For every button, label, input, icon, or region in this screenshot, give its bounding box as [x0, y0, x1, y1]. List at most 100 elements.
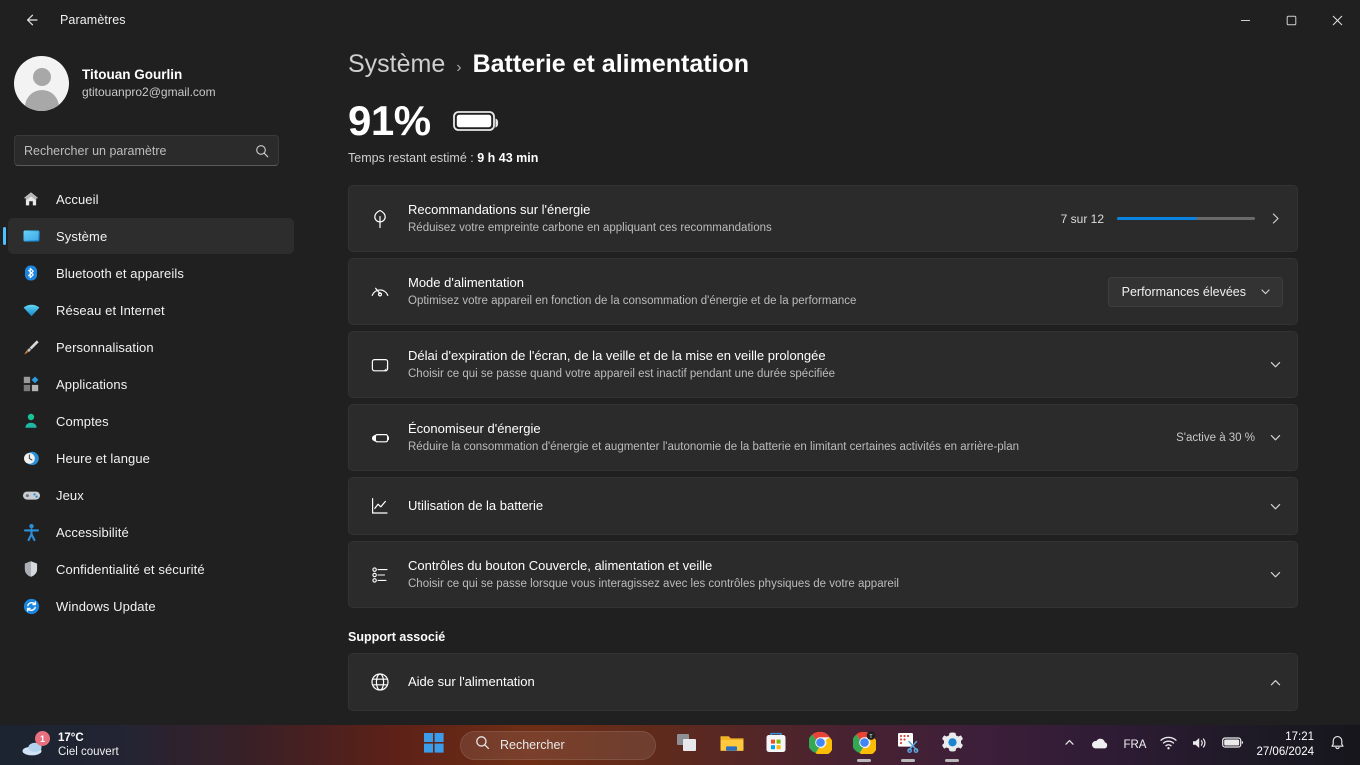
snipping-tool-icon	[896, 731, 920, 759]
clock-date: 27/06/2024	[1256, 746, 1314, 758]
tray-overflow-button[interactable]	[1056, 728, 1083, 762]
home-icon	[21, 189, 41, 209]
taskbar-clock[interactable]: 17:21 27/06/2024	[1251, 730, 1323, 760]
display-icon	[21, 226, 41, 246]
svg-text:T: T	[869, 734, 873, 740]
task-view-button[interactable]	[666, 725, 710, 765]
sidebar-item-label: Confidentialité et sécurité	[56, 561, 205, 577]
sidebar-item-label: Applications	[56, 376, 128, 392]
bluetooth-icon	[21, 263, 41, 283]
screen-sleep-icon	[365, 354, 395, 376]
taskbar-search-box[interactable]: Rechercher	[460, 730, 656, 760]
sidebar-item-comptes[interactable]: Comptes	[8, 403, 294, 439]
time-remaining-label: Temps restant estimé :	[348, 151, 478, 165]
taskbar: 1 17°C Ciel couvert Rechercher T FRA 17:…	[0, 725, 1360, 765]
battery-tray-button[interactable]	[1215, 728, 1251, 762]
chevron-down-icon[interactable]	[1268, 567, 1283, 582]
sidebar-item-applications[interactable]: Applications	[8, 366, 294, 402]
sidebar-item-accueil[interactable]: Accueil	[8, 181, 294, 217]
maximize-button[interactable]	[1268, 0, 1314, 40]
shield-icon	[21, 559, 41, 579]
globe-icon	[365, 671, 395, 693]
sidebar-item-label: Accessibilité	[56, 524, 129, 540]
sidebar-item-personnalisation[interactable]: Personnalisation	[8, 329, 294, 365]
window-titlebar: Paramètres	[0, 0, 1360, 40]
microsoft-store-button[interactable]	[754, 725, 798, 765]
chevron-down-icon[interactable]	[1268, 499, 1283, 514]
settings-icon	[941, 731, 964, 759]
back-button[interactable]	[8, 4, 54, 36]
window-title: Paramètres	[60, 13, 126, 27]
sidebar-item-confidentialite[interactable]: Confidentialité et sécurité	[8, 551, 294, 587]
sidebar-item-jeux[interactable]: Jeux	[8, 477, 294, 513]
sidebar-item-accessibilite[interactable]: Accessibilité	[8, 514, 294, 550]
wifi-tray-button[interactable]	[1153, 728, 1184, 762]
page-title: Batterie et alimentation	[472, 50, 750, 78]
close-icon	[1332, 15, 1342, 25]
sidebar-item-label: Bluetooth et appareils	[56, 265, 184, 281]
card-power-mode[interactable]: Mode d'alimentation Optimisez votre appa…	[348, 258, 1298, 325]
sidebar-item-label: Heure et langue	[56, 450, 151, 466]
power-mode-value: Performances élevées	[1121, 284, 1246, 299]
maximize-icon	[1286, 15, 1296, 25]
chrome-icon	[807, 731, 833, 759]
chrome-button[interactable]	[798, 725, 842, 765]
sidebar-item-systeme[interactable]: Système	[3, 218, 294, 254]
system-tray: FRA 17:21 27/06/2024	[1056, 728, 1352, 762]
sidebar: Titouan Gourlin gtitouanpro2@gmail.com R…	[0, 40, 300, 725]
minimize-button[interactable]	[1222, 0, 1268, 40]
sidebar-nav: Accueil Système Bluetooth et appareils R…	[0, 181, 300, 624]
chevron-up-icon[interactable]	[1268, 675, 1283, 690]
power-mode-dropdown[interactable]: Performances élevées	[1107, 276, 1283, 307]
cloud-icon	[1090, 736, 1109, 755]
sidebar-item-windows-update[interactable]: Windows Update	[8, 588, 294, 624]
card-title: Recommandations sur l'énergie	[408, 202, 591, 217]
account-block[interactable]: Titouan Gourlin gtitouanpro2@gmail.com	[14, 56, 300, 111]
start-button[interactable]	[412, 725, 456, 765]
chrome-beta-button[interactable]: T	[842, 725, 886, 765]
sidebar-item-bluetooth[interactable]: Bluetooth et appareils	[8, 255, 294, 291]
battery-icon	[1222, 736, 1244, 754]
leaf-icon	[365, 208, 395, 230]
language-indicator[interactable]: FRA	[1116, 728, 1153, 762]
breadcrumb-parent[interactable]: Système	[348, 50, 445, 79]
weather-temperature: 17°C	[58, 732, 84, 744]
sidebar-item-heure-langue[interactable]: Heure et langue	[8, 440, 294, 476]
card-screen-sleep-timeout[interactable]: Délai d'expiration de l'écran, de la vei…	[348, 331, 1298, 398]
chevron-right-icon[interactable]	[1268, 211, 1283, 226]
file-explorer-button[interactable]	[710, 725, 754, 765]
taskbar-weather-widget[interactable]: 1 17°C Ciel couvert	[14, 728, 126, 762]
card-battery-usage[interactable]: Utilisation de la batterie	[348, 477, 1298, 535]
card-title: Utilisation de la batterie	[408, 498, 544, 513]
clock-icon	[21, 448, 41, 468]
card-lid-power-controls[interactable]: Contrôles du bouton Couvercle, alimentat…	[348, 541, 1298, 608]
microsoft-store-icon	[765, 732, 787, 759]
gauge-icon	[365, 281, 395, 303]
chevron-down-icon[interactable]	[1268, 357, 1283, 372]
clock-time: 17:21	[1285, 731, 1314, 743]
search-input[interactable]	[24, 143, 255, 158]
chevron-down-icon	[1259, 285, 1272, 298]
volume-tray-button[interactable]	[1184, 728, 1215, 762]
card-battery-saver[interactable]: Économiseur d'énergie Réduire la consomm…	[348, 404, 1298, 471]
onedrive-tray-button[interactable]	[1083, 728, 1116, 762]
settings-taskbar-button[interactable]	[930, 725, 974, 765]
card-subtitle: Réduisez votre empreinte carbone en appl…	[408, 222, 772, 234]
notifications-button[interactable]	[1323, 728, 1352, 762]
wifi-icon	[21, 300, 41, 320]
cloud-icon: 1	[21, 731, 50, 758]
recommendations-progress-bar	[1117, 217, 1255, 220]
card-power-help[interactable]: Aide sur l'alimentation	[348, 653, 1298, 711]
sidebar-item-label: Windows Update	[56, 598, 156, 614]
chevron-down-icon[interactable]	[1268, 430, 1283, 445]
snipping-tool-button[interactable]	[886, 725, 930, 765]
sidebar-item-reseau[interactable]: Réseau et Internet	[8, 292, 294, 328]
card-energy-recommendations[interactable]: Recommandations sur l'énergie Réduisez v…	[348, 185, 1298, 252]
time-remaining: Temps restant estimé : 9 h 43 min	[348, 151, 1360, 165]
arrow-left-icon	[27, 14, 38, 26]
breadcrumb: Système › Batterie et alimentation	[348, 50, 1360, 79]
close-button[interactable]	[1314, 0, 1360, 40]
card-subtitle: Réduire la consommation d'énergie et aug…	[408, 441, 1020, 453]
chrome-beta-icon: T	[851, 731, 877, 759]
search-settings-box[interactable]	[14, 135, 279, 166]
